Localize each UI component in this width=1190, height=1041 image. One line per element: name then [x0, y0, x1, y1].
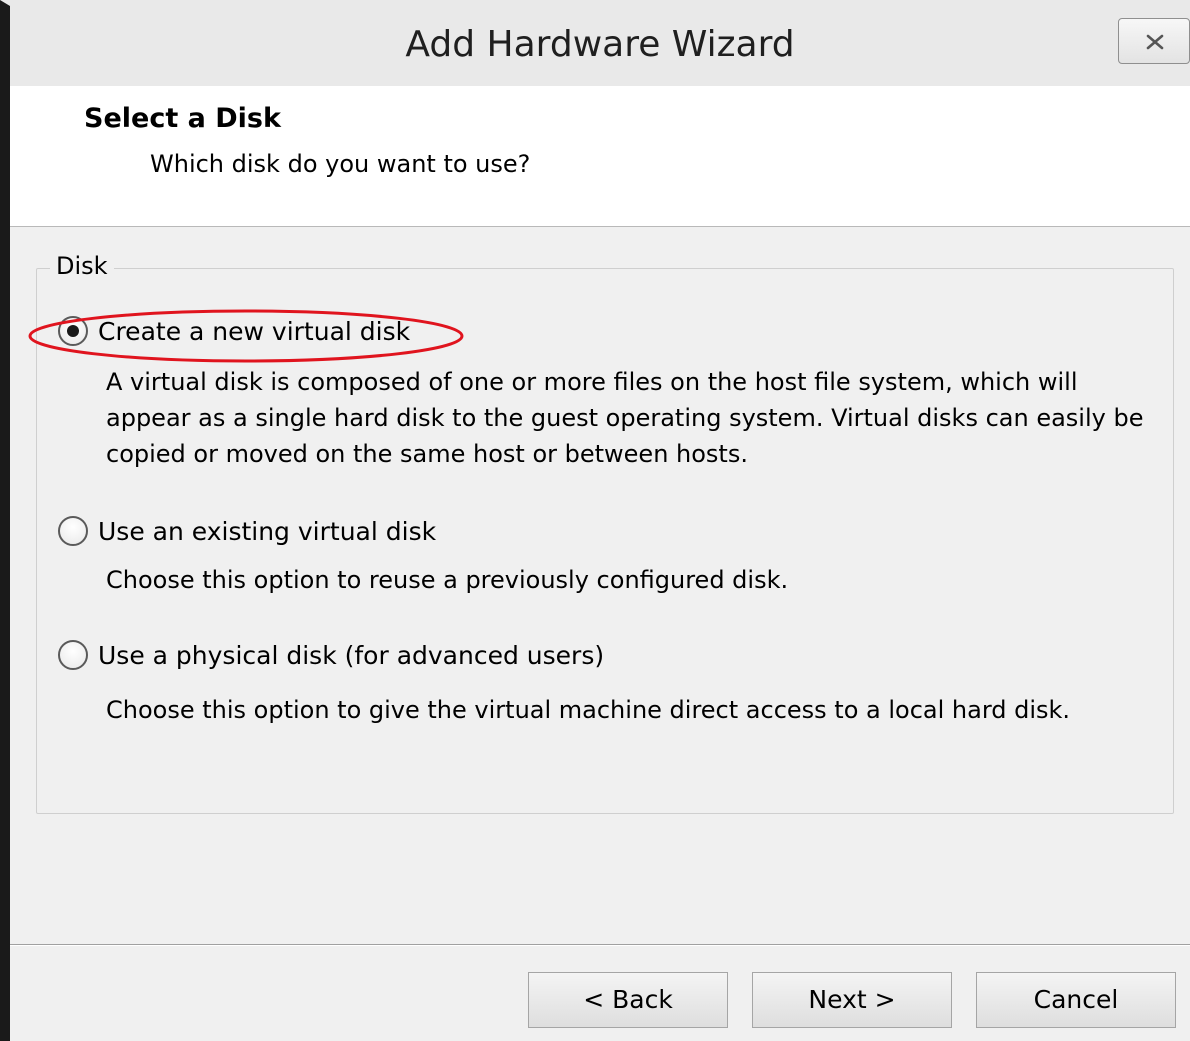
close-icon — [1146, 34, 1164, 50]
option-use-existing-disk[interactable]: Use an existing virtual disk — [58, 514, 436, 548]
wizard-window: Add Hardware Wizard Select a Disk Which … — [0, 0, 1190, 1041]
radio-use-physical-disk[interactable] — [58, 640, 88, 670]
option-label[interactable]: Use an existing virtual disk — [98, 517, 436, 546]
option-description: Choose this option to give the virtual m… — [106, 696, 1071, 724]
disk-group-label: Disk — [50, 252, 114, 280]
cancel-button[interactable]: Cancel — [976, 972, 1176, 1028]
title-bar: Add Hardware Wizard — [10, 6, 1190, 86]
option-description: Choose this option to reuse a previously… — [106, 566, 789, 594]
close-button[interactable] — [1118, 18, 1190, 64]
page-title: Select a Disk — [84, 103, 281, 134]
option-create-new-disk[interactable]: Create a new virtual disk — [58, 314, 410, 348]
radio-use-existing-disk[interactable] — [58, 516, 88, 546]
option-description: A virtual disk is composed of one or mor… — [106, 368, 1144, 468]
option-use-physical-disk[interactable]: Use a physical disk (for advanced users) — [58, 638, 604, 672]
radio-create-new-disk[interactable] — [58, 316, 88, 346]
wizard-header: Select a Disk Which disk do you want to … — [10, 86, 1190, 227]
option-label[interactable]: Use a physical disk (for advanced users) — [98, 641, 604, 670]
option-label[interactable]: Create a new virtual disk — [98, 317, 410, 346]
next-button[interactable]: Next > — [752, 972, 952, 1028]
footer-divider — [10, 944, 1190, 946]
back-button[interactable]: < Back — [528, 972, 728, 1028]
window-title: Add Hardware Wizard — [405, 24, 795, 65]
page-subtitle: Which disk do you want to use? — [150, 150, 531, 178]
